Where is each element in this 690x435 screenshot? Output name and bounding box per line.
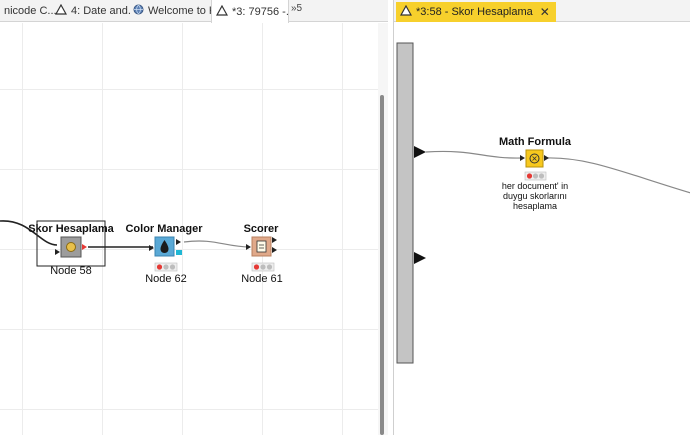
node-scorer[interactable]: Scorer Node 61 bbox=[241, 223, 283, 285]
connection-color-to-scorer bbox=[183, 240, 251, 248]
metanode-input-port[interactable] bbox=[414, 252, 426, 264]
vertical-scrollbar[interactable] bbox=[378, 23, 388, 435]
tab-79756-active[interactable]: *3: 79756 -... ✕ bbox=[211, 0, 289, 23]
metanode-input-port[interactable] bbox=[414, 146, 426, 158]
tab-overflow-button[interactable]: »5 bbox=[291, 3, 302, 14]
left-workflow-svg: Skor Hesaplama Node 58 Color Manager Nod… bbox=[0, 220, 283, 285]
status-light bbox=[251, 262, 275, 272]
tab-skor-hesaplama-active[interactable]: *3:58 - Skor Hesaplama ✕ bbox=[396, 2, 556, 22]
right-tab-bar: *3:58 - Skor Hesaplama ✕ bbox=[394, 0, 690, 22]
status-light bbox=[524, 171, 547, 181]
editor-tab-label: *3: 79756 -... bbox=[232, 5, 289, 18]
editor-tab-label: *3:58 - Skor Hesaplama bbox=[416, 6, 533, 18]
node-skor-hesaplama[interactable]: Skor Hesaplama Node 58 bbox=[28, 220, 115, 277]
tab-welcome[interactable]: Welcome to K... bbox=[129, 0, 215, 22]
node-title: Color Manager bbox=[125, 223, 203, 235]
node-label: Node 58 bbox=[50, 265, 92, 277]
status-light bbox=[154, 262, 178, 272]
node-title: Skor Hesaplama bbox=[28, 223, 114, 235]
connection-math-to-output bbox=[546, 157, 690, 194]
right-metanode-editor: *3:58 - Skor Hesaplama ✕ Math Formula he… bbox=[393, 0, 690, 435]
node-label: Node 61 bbox=[241, 273, 283, 285]
node-annotation-line: duygu skorlarını bbox=[503, 191, 567, 201]
node-math-formula[interactable]: Math Formula her document' in duygu skor… bbox=[499, 136, 572, 211]
node-color-manager[interactable]: Color Manager Node 62 bbox=[125, 223, 203, 285]
editor-tab-label: 4: Date and... bbox=[71, 5, 131, 17]
left-workflow-editor: nicode C... 4: Date and... Welcome to K.… bbox=[0, 0, 388, 435]
node-label: Node 62 bbox=[145, 273, 187, 285]
triangle-warning-icon bbox=[215, 4, 229, 19]
triangle-warning-icon bbox=[399, 4, 413, 19]
close-icon[interactable]: ✕ bbox=[540, 5, 550, 19]
metanode-input-bar[interactable] bbox=[396, 42, 414, 364]
scrollbar-thumb[interactable] bbox=[380, 95, 384, 435]
connection-input-to-math bbox=[425, 150, 523, 159]
node-title: Math Formula bbox=[499, 136, 572, 148]
triangle-warning-icon bbox=[54, 3, 68, 18]
tab-date-and[interactable]: 4: Date and... bbox=[51, 0, 131, 22]
left-tab-bar: nicode C... 4: Date and... Welcome to K.… bbox=[0, 0, 388, 23]
node-title: Scorer bbox=[244, 223, 280, 235]
editor-tab-label: nicode C... bbox=[4, 5, 57, 17]
globe-icon bbox=[133, 4, 144, 18]
node-annotation-line: her document' in bbox=[502, 181, 568, 191]
editor-tab-label: Welcome to K... bbox=[148, 5, 215, 17]
left-workflow-canvas[interactable]: Skor Hesaplama Node 58 Color Manager Nod… bbox=[0, 23, 378, 435]
right-workflow-svg: Math Formula her document' in duygu skor… bbox=[396, 42, 690, 364]
node-annotation-line: hesaplama bbox=[513, 201, 557, 211]
right-workflow-canvas[interactable]: Math Formula her document' in duygu skor… bbox=[394, 23, 690, 435]
